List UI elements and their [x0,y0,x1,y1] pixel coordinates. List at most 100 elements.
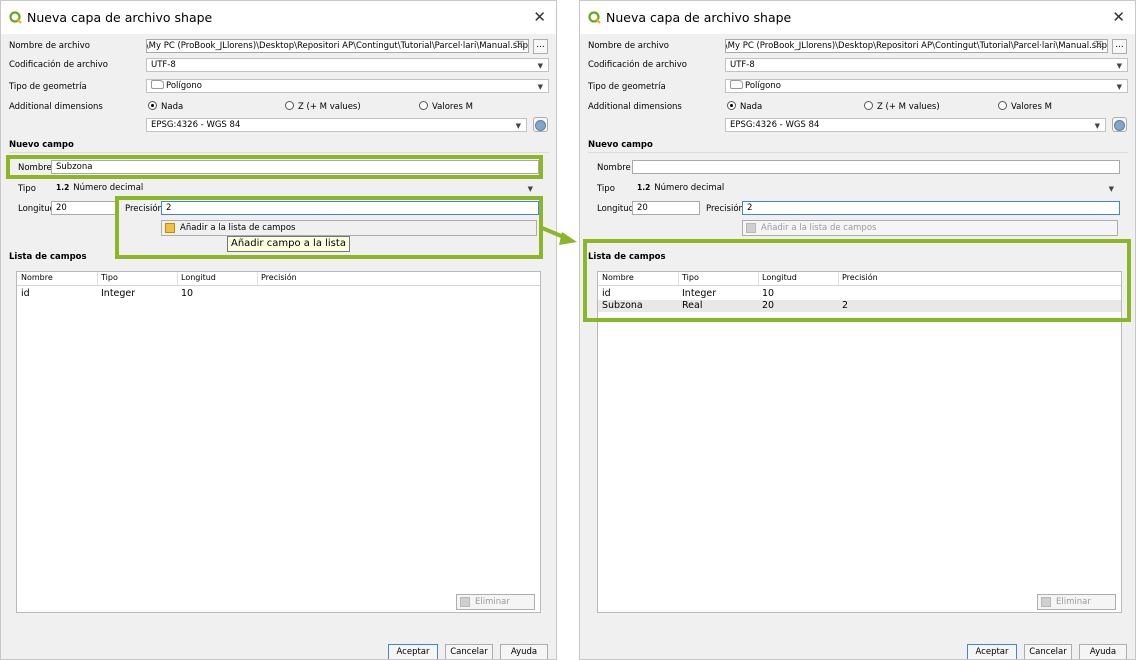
dialog-title: Nueva capa de archivo shape [27,10,213,25]
globe-icon [1114,120,1125,131]
length-label: Longitud [597,204,635,214]
qgis-logo-icon [588,11,601,24]
col-length-header[interactable]: Longitud [181,273,216,282]
cell-type: Integer [101,288,136,299]
title-bar: Nueva capa de archivo shape ✕ [1,1,556,34]
cancel-button[interactable]: Cancelar [1024,644,1072,659]
ok-button[interactable]: Aceptar [388,644,438,659]
field-table[interactable]: Nombre Tipo Longitud Precisión id Intege… [597,271,1122,613]
filename-label: Nombre de archivo [588,41,669,51]
filename-input[interactable]: Dropbox\My PC (ProBook_JLlorens)\Desktop… [146,39,529,53]
qgis-logo-icon [9,11,22,24]
chevron-down-icon: ▼ [537,83,543,91]
encoding-label: Codificación de archivo [588,60,687,70]
close-icon[interactable]: ✕ [1112,8,1125,26]
add-field-icon [746,223,756,233]
column-separator [177,272,178,285]
cell-length: 10 [181,288,194,299]
highlight-box [115,196,543,259]
radio-none-label: Nada [740,102,763,112]
type-label: Tipo [18,184,36,194]
radio-none-label: Nada [161,102,184,112]
browse-button[interactable]: ... [1112,39,1127,54]
radio-m[interactable] [998,101,1007,110]
chevron-down-icon: ▼ [527,185,533,193]
additional-dimensions-label: Additional dimensions [588,102,682,112]
geometry-type-select[interactable]: Polígono ▼ [725,79,1128,93]
chevron-down-icon: ▼ [1094,122,1100,130]
type-select[interactable]: 1.2 Número decimal ▼ [51,181,539,195]
geometry-type-select[interactable]: Polígono ▼ [146,79,549,93]
col-precision-header[interactable]: Precisión [261,273,297,282]
globe-icon [535,120,546,131]
chevron-down-icon: ▼ [537,62,543,70]
table-row[interactable]: id Integer 10 [17,288,540,300]
decimal-type-icon: 1.2 [56,183,70,192]
crs-select[interactable]: EPSG:4326 - WGS 84 ▼ [146,118,527,132]
remove-field-button[interactable]: Eliminar campo [456,594,535,612]
dialog-title: Nueva capa de archivo shape [606,10,792,25]
encoding-select[interactable]: UTF-8 ▼ [146,58,549,72]
radio-z-label: Z (+ M values) [877,102,940,112]
column-separator [97,272,98,285]
crs-selector-button[interactable] [533,117,548,132]
geometry-type-label: Tipo de geometría [9,82,87,92]
cell-name: id [21,288,30,299]
add-field-button[interactable]: Añadir a la lista de campos [742,220,1118,236]
radio-none[interactable] [727,101,736,110]
name-input[interactable] [632,160,1120,174]
type-label: Tipo [597,184,615,194]
chevron-down-icon: ▼ [1108,185,1114,193]
clear-icon[interactable]: ⌫ [513,40,524,49]
chevron-down-icon: ▼ [1116,62,1122,70]
col-type-header[interactable]: Tipo [101,273,118,282]
radio-m[interactable] [419,101,428,110]
clear-icon[interactable]: ⌫ [1092,40,1103,49]
cancel-button[interactable]: Cancelar [445,644,493,659]
radio-m-label: Valores M [432,102,473,112]
encoding-select[interactable]: UTF-8 ▼ [725,58,1128,72]
length-label: Longitud [18,204,56,214]
field-table[interactable]: Nombre Tipo Longitud Precisión id Intege… [16,271,541,613]
crs-selector-button[interactable] [1112,117,1127,132]
length-input[interactable]: 20 [632,201,700,215]
chevron-down-icon: ▼ [515,122,521,130]
arrow-right-icon [542,226,577,245]
radio-z-label: Z (+ M values) [298,102,361,112]
col-name-header[interactable]: Nombre [21,273,53,282]
remove-field-icon [460,597,470,607]
divider [588,152,1128,153]
radio-m-label: Valores M [1011,102,1052,112]
radio-none[interactable] [148,101,157,110]
remove-field-button[interactable]: Eliminar campo [1037,594,1116,612]
table-header: Nombre Tipo Longitud Precisión [17,272,540,286]
chevron-down-icon: ▼ [1116,83,1122,91]
geometry-type-label: Tipo de geometría [588,82,666,92]
field-list-heading: Lista de campos [9,252,87,262]
radio-z[interactable] [864,101,873,110]
radio-z[interactable] [285,101,294,110]
help-button[interactable]: Ayuda [500,644,548,659]
close-icon[interactable]: ✕ [533,8,546,26]
additional-dimensions-label: Additional dimensions [9,102,103,112]
right-dialog: Nueva capa de archivo shape ✕ Nombre de … [579,0,1136,660]
new-field-heading: Nuevo campo [9,140,74,150]
polygon-icon [730,80,743,89]
type-select[interactable]: 1.2 Número decimal ▼ [632,181,1120,195]
length-input[interactable]: 20 [51,201,119,215]
help-button[interactable]: Ayuda [1079,644,1127,659]
column-separator [257,272,258,285]
highlight-box [6,155,543,179]
precision-label: Precisión [706,204,744,214]
ok-button[interactable]: Aceptar [967,644,1017,659]
encoding-label: Codificación de archivo [9,60,108,70]
precision-input[interactable]: 2 [742,201,1120,215]
title-bar: Nueva capa de archivo shape ✕ [580,1,1135,34]
browse-button[interactable]: ... [533,39,548,54]
filename-input[interactable]: Dropbox\My PC (ProBook_JLlorens)\Desktop… [725,39,1108,53]
highlight-box [583,239,1131,322]
remove-field-icon [1041,597,1051,607]
crs-select[interactable]: EPSG:4326 - WGS 84 ▼ [725,118,1106,132]
decimal-type-icon: 1.2 [637,183,651,192]
new-field-heading: Nuevo campo [588,140,653,150]
